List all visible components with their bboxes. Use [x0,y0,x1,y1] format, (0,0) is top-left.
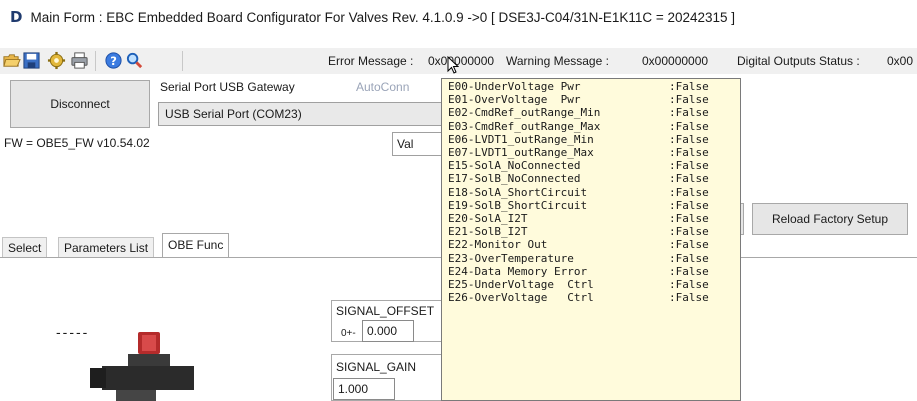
error-value: :False [669,106,709,120]
signal-offset-input[interactable]: 0.000 [362,320,414,342]
error-code: E06-LVDT1_outRange_Min [448,132,594,146]
error-value: :False [669,146,709,160]
digital-outputs-label: Digital Outputs Status : [737,54,860,68]
error-status-line: E26-OverVoltage Ctrl :False [448,291,740,304]
error-value: :False [669,172,709,186]
error-status-line: E15-SolA_NoConnected :False [448,159,740,172]
error-status-line: E00-UnderVoltage Pwr :False [448,80,740,93]
error-code: E03-CmdRef_outRange_Max [448,119,601,133]
warning-message-label: Warning Message : [506,54,609,68]
error-value: :False [669,93,709,107]
offset-prefix: 0+- [341,328,356,339]
autoconn-checkbox[interactable]: AutoConn [356,80,409,94]
error-code: E17-SolB_NoConnected [448,172,581,186]
tab-parameters-list[interactable]: Parameters List [58,237,155,257]
error-message-label: Error Message : [328,54,414,68]
window-title: Main Form : EBC Embedded Board Configura… [30,9,736,25]
error-status-line: E01-OverVoltage Pwr :False [448,93,740,106]
error-code: E20-SolA_I2T [448,212,528,226]
error-status-line: E02-CmdRef_outRange_Min :False [448,106,740,119]
title-bar: D Main Form : EBC Embedded Board Configu… [0,0,917,34]
search-icon[interactable] [125,51,144,70]
error-status-line: E21-SolB_I2T :False [448,225,740,238]
help-icon[interactable]: ? [104,51,123,70]
digital-outputs-value: 0x00 [887,54,914,68]
error-code: E25-UnderVoltage Ctrl [448,278,594,292]
error-status-line: E17-SolB_NoConnected :False [448,172,740,185]
toolbar-separator [182,51,183,71]
error-status-line: E25-UnderVoltage Ctrl :False [448,278,740,291]
valve-image [90,332,194,401]
signal-gain-label: SIGNAL_GAIN [336,360,417,374]
warning-message-value: 0x00000000 [642,54,709,68]
error-code: E22-Monitor Out [448,238,548,252]
error-status-line: E03-CmdRef_outRange_Max :False [448,120,740,133]
dash-indicator: ----- [56,324,90,340]
error-value: :False [669,225,709,239]
save-icon[interactable] [22,51,41,70]
app-logo: D [10,8,23,26]
error-value: :False [669,198,709,212]
error-value: :False [669,264,709,278]
error-code: E00-UnderVoltage Pwr [448,80,581,93]
error-value: :False [669,251,709,265]
serial-port-select[interactable]: USB Serial Port (COM23) [158,102,458,126]
signal-gain-input[interactable]: 1.000 [333,378,395,400]
toolbar-separator [95,51,96,71]
reload-factory-setup-button[interactable]: Reload Factory Setup [752,203,908,235]
tab-select[interactable]: Select [2,237,48,257]
error-value: :False [669,278,709,292]
error-code: E21-SolB_I2T [448,225,528,239]
print-icon[interactable] [70,51,89,70]
error-status-line: E20-SolA_I2T :False [448,212,740,225]
error-value: :False [669,185,709,199]
error-status-line: E18-SolA_ShortCircuit :False [448,186,740,199]
error-status-line: E07-LVDT1_outRange_Max :False [448,146,740,159]
error-code: E23-OverTemperature [448,251,574,265]
tab-obe-func[interactable]: OBE Func [162,233,230,258]
error-message-value: 0x00000000 [428,54,495,68]
disconnect-button[interactable]: Disconnect [10,80,150,128]
error-code: E02-CmdRef_outRange_Min [448,106,601,120]
error-value: :False [669,159,709,173]
error-status-line: E24-Data Memory Error :False [448,265,740,278]
gateway-label: Serial Port USB Gateway [160,80,295,94]
error-code: E26-OverVoltage Ctrl [448,291,594,305]
firmware-version: FW = OBE5_FW v10.54.02 [4,136,150,150]
mouse-cursor-icon [447,56,459,74]
error-value: :False [669,80,709,93]
error-code: E18-SolA_ShortCircuit [448,185,588,199]
error-status-tooltip: E00-UnderVoltage Pwr:False E01-OverVoltag… [441,78,741,401]
svg-text:?: ? [110,54,117,68]
error-code: E07-LVDT1_outRange_Max [448,146,594,160]
error-code: E24-Data Memory Error [448,264,588,278]
error-value: :False [669,291,709,305]
error-code: E19-SolB_ShortCircuit [448,198,588,212]
error-value: :False [669,212,709,226]
error-code: E15-SolA_NoConnected [448,159,581,173]
error-status-line: E19-SolB_ShortCircuit :False [448,199,740,212]
error-status-line: E23-OverTemperature :False [448,252,740,265]
error-value: :False [669,132,709,146]
error-status-line: E22-Monitor Out :False [448,238,740,251]
gear-icon[interactable] [47,51,66,70]
signal-offset-label: SIGNAL_OFFSET [336,304,435,318]
error-value: :False [669,238,709,252]
error-code: E01-OverVoltage Pwr [448,93,581,107]
error-value: :False [669,119,709,133]
folder-open-icon[interactable] [2,51,21,70]
error-status-line: E06-LVDT1_outRange_Min :False [448,133,740,146]
